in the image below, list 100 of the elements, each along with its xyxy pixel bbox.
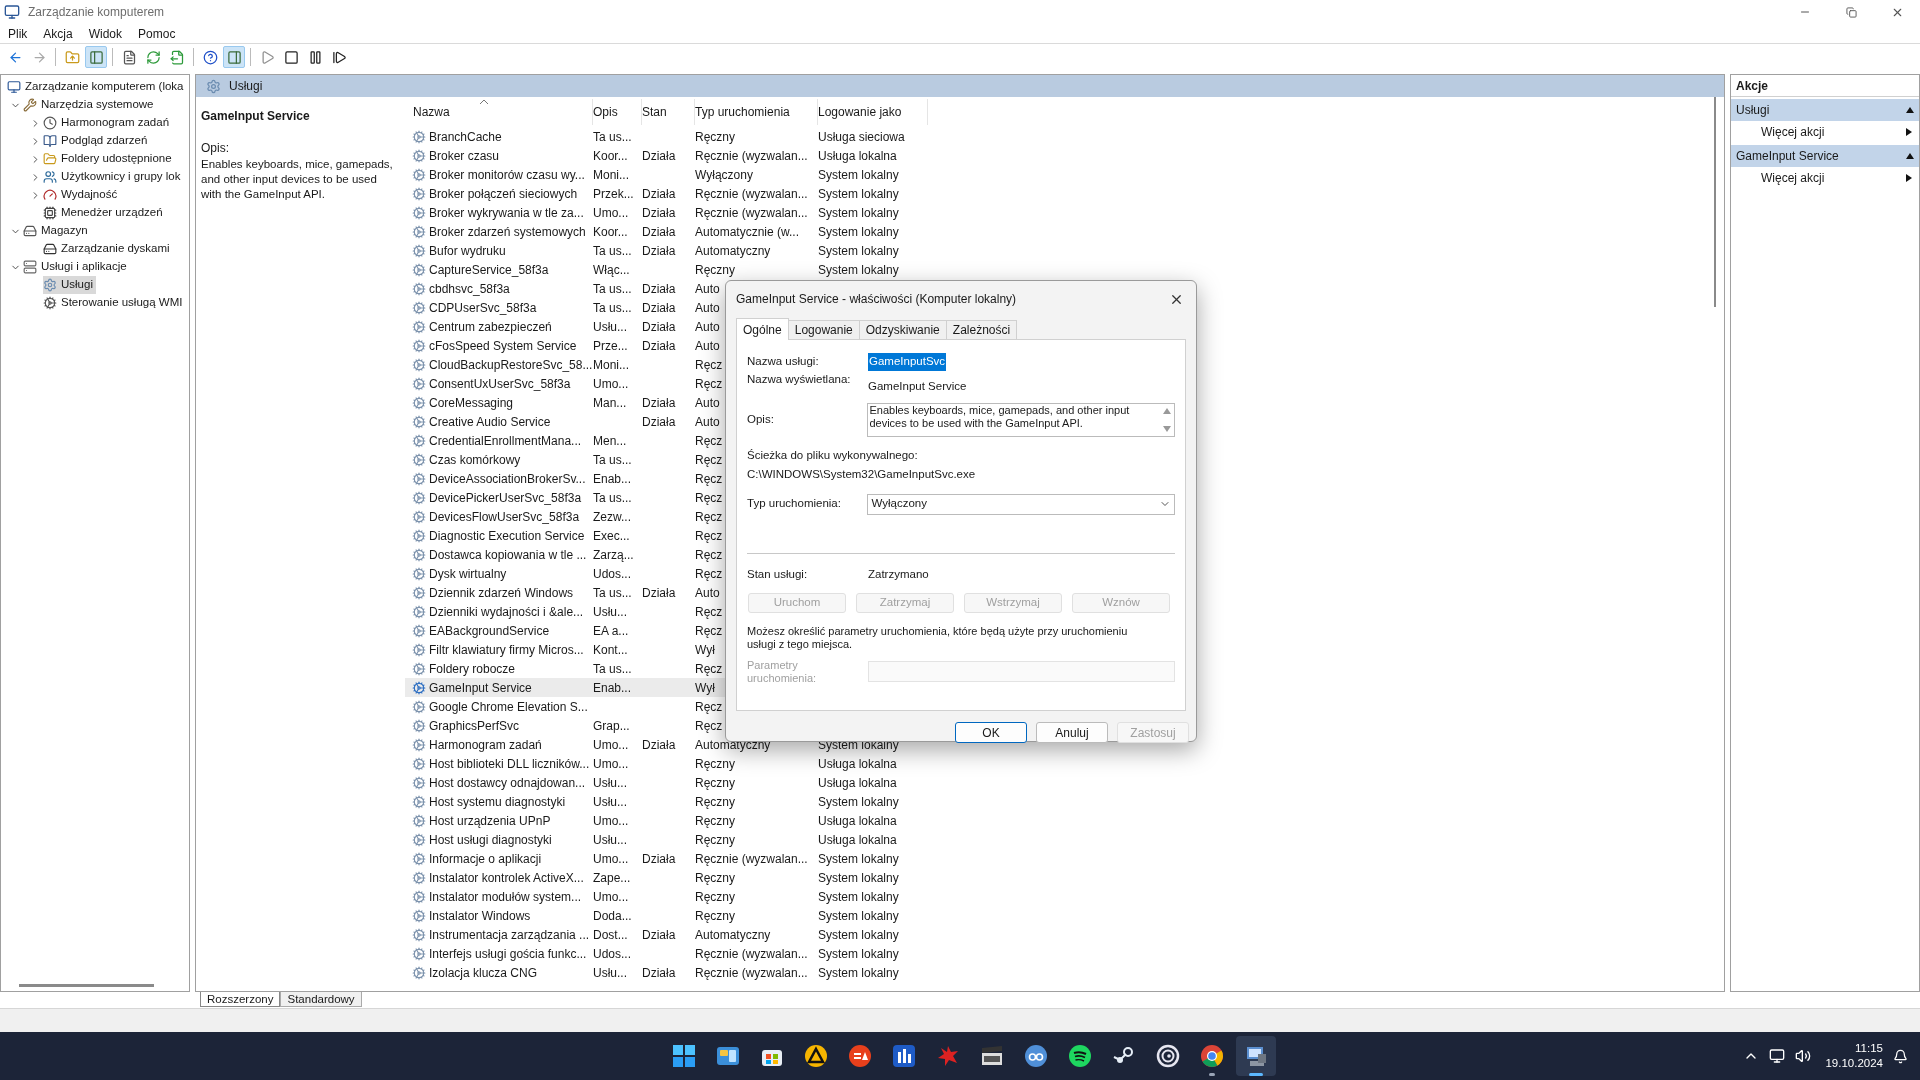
table-cell: Działa <box>642 737 676 752</box>
parameters-field[interactable] <box>867 661 1175 683</box>
table-cell: System lokalny <box>818 205 899 220</box>
table-row[interactable]: Google Chrome Elevation S... Ręcz <box>405 697 928 716</box>
submenu-arrow-icon[interactable] <box>1905 128 1913 136</box>
collapse-arrow-icon[interactable] <box>1906 106 1914 114</box>
column-header[interactable]: Opis <box>593 99 642 125</box>
table-row[interactable]: Izolacja klucza CNG Usłu... Działa Ręcznie (wyzwalan... System lokalny <box>405 963 928 982</box>
column-header[interactable]: Nazwa <box>405 99 593 125</box>
tree-item[interactable]: Wydajność <box>43 186 121 204</box>
field-label: Stan usługi: <box>747 566 809 582</box>
tree-item[interactable]: Magazyn <box>23 222 91 240</box>
table-row[interactable]: Bufor wydruku Ta us... Działa Automatyczny System lokalny <box>405 241 928 260</box>
table-row[interactable]: Instalator modułów system... Umo... Ręczny System lokalny <box>405 887 928 906</box>
table-row[interactable]: Dostawca kopiowania w tle ... Zarzą... Ręcz <box>405 545 928 564</box>
table-cell: Usłu... <box>593 604 627 619</box>
table-row[interactable]: Host usługi diagnostyki Usłu... Ręczny Usługa lokalna <box>405 830 928 849</box>
tree-item[interactable]: Foldery udostępnione <box>43 150 175 168</box>
scroll-arrows-icon[interactable] <box>1162 406 1172 434</box>
table-cell-text: ConsentUxUserSvc_58f3a <box>429 375 571 393</box>
table-row[interactable]: Broker wykrywania w tle za... Umo... Działa Ręcznie (wyzwalan... System lokalny <box>405 203 928 222</box>
table-cell: Ta us... <box>593 243 632 258</box>
gear-icon <box>412 756 426 771</box>
table-row[interactable]: Broker zdarzeń systemowych Koor... Działa Automatycznie (w... System lokalny <box>405 222 928 241</box>
tree-item[interactable]: Usługi i aplikacje <box>23 258 130 276</box>
action-link[interactable]: Więcej akcji <box>1731 167 1919 189</box>
view-tab[interactable]: Standardowy <box>280 992 362 1007</box>
table-cell-text: Host systemu diagnostyki <box>429 793 566 811</box>
dialog-tab[interactable]: Odzyskiwanie <box>859 320 947 339</box>
menu-item[interactable]: Akcja <box>35 23 81 44</box>
table-row[interactable]: Informacje o aplikacji Umo... Działa Ręcznie (wyzwalan... System lokalny <box>405 849 928 868</box>
gear-icon <box>412 148 426 163</box>
menu-item[interactable]: Widok <box>80 23 131 44</box>
dialog-button[interactable]: OK <box>955 722 1027 743</box>
table-cell: Wył <box>695 642 715 657</box>
tree-item[interactable]: Zarządzanie komputerem (loka <box>7 78 187 96</box>
table-cell-text: Instrumentacja zarządzania ... <box>429 926 590 944</box>
table-cell-text: Google Chrome Elevation S... <box>429 698 588 716</box>
table-row[interactable]: GraphicsPerfSvc Grap... Ręcz <box>405 716 928 735</box>
section-header[interactable]: GameInput Service <box>1731 145 1919 167</box>
table-row[interactable]: Instalator Windows Doda... Ręczny System lokalny <box>405 906 928 925</box>
table-row[interactable]: CaptureService_58f3a Włąc... Ręczny System lokalny <box>405 260 928 279</box>
tree-item[interactable]: Zarządzanie dyskami <box>43 240 173 258</box>
gear-icon <box>206 78 221 94</box>
dialog-tab[interactable]: Logowanie <box>788 320 860 339</box>
table-cell: Działa <box>642 281 676 296</box>
table-cell-text: Instalator modułów system... <box>429 888 582 906</box>
tree-item[interactable]: Harmonogram zadań <box>43 114 173 132</box>
description-field[interactable]: Enables keyboards, mice, gamepads, and other input devices to be used with the GameInput API. <box>867 403 1175 437</box>
column-header[interactable]: Stan <box>642 99 695 125</box>
tree-item[interactable]: Podgląd zdarzeń <box>43 132 151 150</box>
column-header[interactable]: Logowanie jako <box>818 99 928 125</box>
tree-item[interactable]: Usługi <box>43 276 96 294</box>
table-row[interactable]: Host dostawcy odnajdowan... Usłu... Ręczny Usługa lokalna <box>405 773 928 792</box>
column-header[interactable]: Typ uruchomienia <box>695 99 818 125</box>
table-row[interactable]: Diagnostic Execution Service Exec... Ręcz <box>405 526 928 545</box>
menu-item[interactable]: Pomoc <box>130 23 184 44</box>
table-cell: Umo... <box>593 737 629 752</box>
table-cell: Moni... <box>593 167 629 182</box>
table-cell: Usługa lokalna <box>818 775 897 790</box>
table-row[interactable]: Broker monitorów czasu wy... Moni... Wyłączony System lokalny <box>405 165 928 184</box>
table-row[interactable]: Broker czasu Koor... Działa Ręcznie (wyzwalan... Usługa lokalna <box>405 146 928 165</box>
startup-type-dropdown[interactable]: Wyłączony <box>867 493 1175 515</box>
table-cell: Umo... <box>593 889 629 904</box>
gear-icon <box>412 737 426 752</box>
table-cell: Zezw... <box>593 509 631 524</box>
table-cell: Auto <box>695 338 720 353</box>
table-row[interactable]: Instrumentacja zarządzania ... Dost... Działa Automatyczny System lokalny <box>405 925 928 944</box>
taskbar-button[interactable] <box>1236 1036 1276 1076</box>
section-header[interactable]: Usługi <box>1731 99 1919 121</box>
dialog-button[interactable]: Anuluj <box>1036 722 1108 743</box>
table-row[interactable]: Host urządzenia UPnP Umo... Ręczny Usługa lokalna <box>405 811 928 830</box>
table-row[interactable]: Interfejs usługi gościa funkc... Udos... Ręcznie (wyzwalan... System lokalny <box>405 944 928 963</box>
table-row[interactable]: BranchCache Ta us... Ręczny Usługa sieciowa <box>405 127 928 146</box>
stop-icon <box>283 49 299 65</box>
table-cell: Ręcz <box>695 452 723 467</box>
table-cell: Ręcz <box>695 509 723 524</box>
table-cell: Usłu... <box>593 794 627 809</box>
table-row[interactable]: Instalator kontrolek ActiveX... Zape... Ręczny System lokalny <box>405 868 928 887</box>
dialog-tab[interactable]: Zależności <box>946 320 1018 339</box>
notification-icon[interactable] <box>1893 1048 1908 1064</box>
table-cell-text: CDPUserSvc_58f3a <box>429 299 537 317</box>
action-link[interactable]: Więcej akcji <box>1731 121 1919 143</box>
tree-item[interactable]: Użytkownicy i grupy lok <box>43 168 184 186</box>
monitor-icon[interactable] <box>1769 1048 1786 1064</box>
scrollbar[interactable] <box>19 984 154 987</box>
table-row[interactable]: Host biblioteki DLL liczników... Umo... Ręczny Usługa lokalna <box>405 754 928 773</box>
collapse-arrow-icon[interactable] <box>1906 152 1914 160</box>
view-tab[interactable]: Rozszerzony <box>200 992 281 1007</box>
tree-item[interactable]: Menedżer urządzeń <box>43 204 166 222</box>
tree-item[interactable]: Narzędzia systemowe <box>23 96 157 114</box>
table-row[interactable]: Host systemu diagnostyki Usłu... Ręczny System lokalny <box>405 792 928 811</box>
scrollbar[interactable] <box>1714 97 1716 307</box>
table-row[interactable]: Broker połączeń sieciowych Przek... Działa Ręcznie (wyzwalan... System lokalny <box>405 184 928 203</box>
dialog-tab[interactable]: Ogólne <box>736 318 789 340</box>
submenu-arrow-icon[interactable] <box>1905 174 1913 182</box>
table-cell: Działa <box>642 205 676 220</box>
tree-item[interactable]: Sterowanie usługą WMI <box>43 294 186 312</box>
volume-icon[interactable] <box>1795 1048 1812 1064</box>
menu-item[interactable]: Plik <box>0 23 36 44</box>
